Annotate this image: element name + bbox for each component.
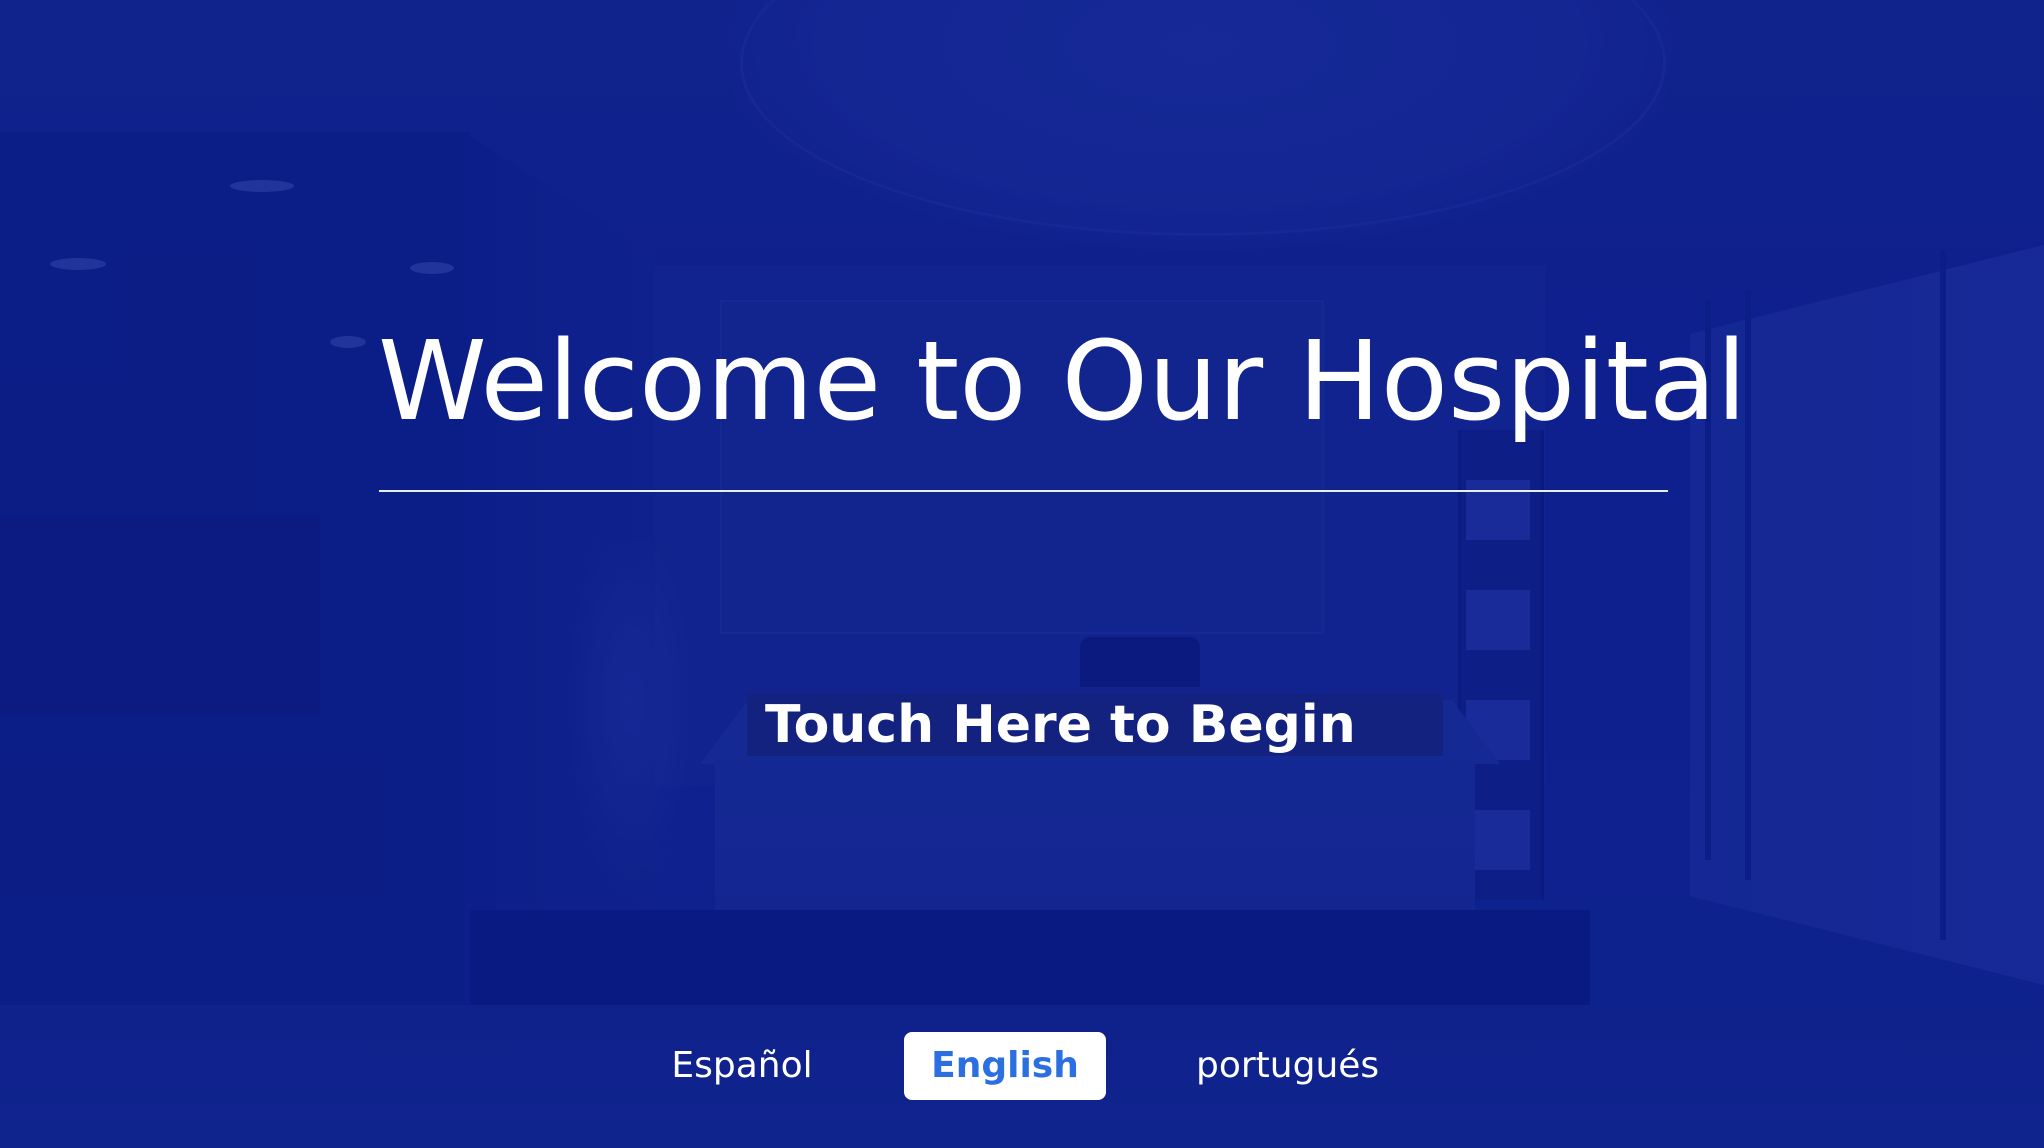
reception-desk-base	[470, 910, 1590, 1005]
begin-button[interactable]: Touch Here to Begin	[747, 694, 1443, 756]
shelf-item	[1466, 810, 1530, 870]
shelf-item	[1466, 590, 1530, 650]
language-option-english[interactable]: English	[904, 1032, 1106, 1100]
reception-desk	[715, 760, 1475, 915]
welcome-screen: Welcome to Our Hospital Touch Here to Be…	[0, 0, 2044, 1148]
language-option-espanol[interactable]: Español	[666, 1032, 818, 1100]
title-divider	[379, 490, 1668, 492]
plant	[560, 540, 700, 900]
page-title: Welcome to Our Hospital	[378, 317, 1747, 445]
display-shelf	[1458, 430, 1544, 900]
glass-frame	[1940, 250, 1946, 940]
left-wall	[0, 132, 470, 1012]
blue-overlay	[0, 0, 2044, 1148]
ceiling-light	[410, 262, 454, 274]
ceiling-light	[50, 258, 106, 270]
desk-monitor	[1080, 637, 1200, 687]
shelf-item	[1466, 480, 1530, 540]
language-option-portugues[interactable]: portugués	[1196, 1032, 1379, 1100]
ceiling-light	[330, 336, 366, 348]
ceiling-light	[230, 180, 294, 192]
ceiling-dome	[720, 0, 1680, 250]
language-selector: Español English portugués	[0, 1032, 2044, 1100]
ceiling-dome-ring	[740, 0, 1666, 236]
shelf-item	[1466, 700, 1530, 760]
left-dark-panel	[0, 515, 320, 715]
left-wall-side	[465, 132, 655, 1012]
